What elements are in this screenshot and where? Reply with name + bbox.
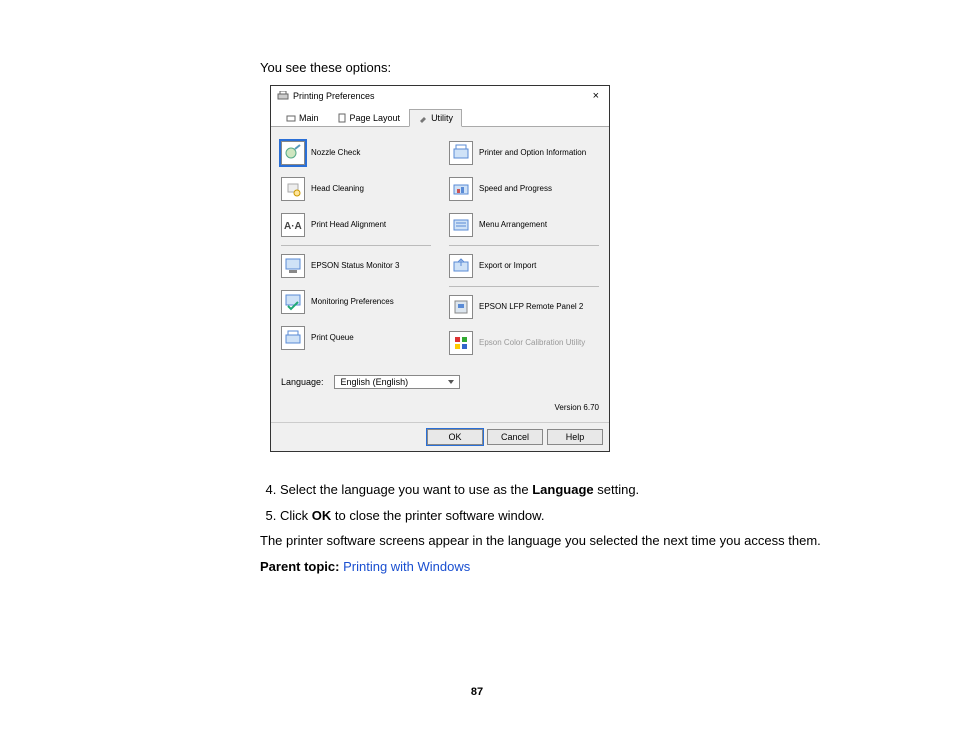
step-text: Select the language you want to use as t… (280, 482, 532, 497)
nozzle-check-icon (281, 141, 305, 165)
tab-page-layout[interactable]: Page Layout (328, 109, 410, 127)
dialog-button-row: OK Cancel Help (271, 422, 609, 451)
parent-topic-label: Parent topic: (260, 559, 339, 574)
dialog-titlebar: Printing Preferences × (271, 86, 609, 106)
color-calib-icon (449, 331, 473, 355)
wrench-icon (418, 113, 428, 123)
instruction-steps: Select the language you want to use as t… (260, 480, 834, 525)
utility-label: Monitoring Preferences (311, 298, 394, 307)
utility-label: Print Head Alignment (311, 221, 386, 230)
utility-label: Nozzle Check (311, 149, 360, 158)
utility-lfp-remote[interactable]: EPSON LFP Remote Panel 2 (449, 289, 599, 325)
step-text: setting. (594, 482, 640, 497)
print-head-align-icon: A·A (281, 213, 305, 237)
lfp-remote-icon (449, 295, 473, 319)
utility-print-queue[interactable]: Print Queue (281, 320, 431, 356)
step-text: Click (280, 508, 312, 523)
utility-head-cleaning[interactable]: Head Cleaning (281, 171, 431, 207)
divider (449, 245, 599, 246)
utility-label: EPSON LFP Remote Panel 2 (479, 303, 583, 312)
language-select[interactable]: English (English) (334, 375, 460, 389)
printer-info-icon (449, 141, 473, 165)
utility-label: Speed and Progress (479, 185, 552, 194)
closing-text: The printer software screens appear in t… (260, 531, 834, 551)
utility-label: Printer and Option Information (479, 149, 586, 158)
utility-status-monitor[interactable]: EPSON Status Monitor 3 (281, 248, 431, 284)
tab-label: Utility (431, 113, 453, 123)
utility-label: EPSON Status Monitor 3 (311, 262, 399, 271)
parent-topic-link[interactable]: Printing with Windows (343, 559, 470, 574)
step-strong: Language (532, 482, 593, 497)
utility-speed-progress[interactable]: Speed and Progress (449, 171, 599, 207)
printing-preferences-dialog: Printing Preferences × Main Page Layout … (270, 85, 610, 452)
ok-button[interactable]: OK (427, 429, 483, 445)
monitor-prefs-icon (281, 290, 305, 314)
utility-export-import[interactable]: Export or Import (449, 248, 599, 284)
print-queue-icon (281, 326, 305, 350)
dialog-body: Nozzle Check Head Cleaning A·A Print Head A… (271, 126, 609, 422)
utility-print-head-align[interactable]: A·A Print Head Alignment (281, 207, 431, 243)
step-5: Click OK to close the printer software w… (280, 506, 834, 526)
intro-text: You see these options: (260, 60, 834, 75)
svg-text:A·A: A·A (284, 221, 302, 232)
step-strong: OK (312, 508, 332, 523)
utility-label: Epson Color Calibration Utility (479, 339, 585, 348)
printer-small-icon (286, 113, 296, 123)
tab-main[interactable]: Main (277, 109, 328, 127)
step-4: Select the language you want to use as t… (280, 480, 834, 500)
menu-arrangement-icon (449, 213, 473, 237)
version-text: Version 6.70 (281, 403, 599, 412)
status-monitor-icon (281, 254, 305, 278)
dialog-title: Printing Preferences (293, 91, 589, 101)
utility-printer-info[interactable]: Printer and Option Information (449, 135, 599, 171)
tab-strip: Main Page Layout Utility (271, 106, 609, 126)
head-cleaning-icon (281, 177, 305, 201)
export-import-icon (449, 254, 473, 278)
tab-label: Main (299, 113, 319, 123)
speed-progress-icon (449, 177, 473, 201)
close-button[interactable]: × (589, 90, 603, 102)
utility-label: Menu Arrangement (479, 221, 547, 230)
help-button[interactable]: Help (547, 429, 603, 445)
cancel-button[interactable]: Cancel (487, 429, 543, 445)
utility-monitor-prefs[interactable]: Monitoring Preferences (281, 284, 431, 320)
tab-label: Page Layout (350, 113, 401, 123)
utility-label: Print Queue (311, 334, 354, 343)
tab-utility[interactable]: Utility (409, 109, 462, 127)
utility-nozzle-check[interactable]: Nozzle Check (281, 135, 431, 171)
page-number: 87 (0, 686, 954, 698)
step-text: to close the printer software window. (331, 508, 544, 523)
divider (449, 286, 599, 287)
utility-label: Export or Import (479, 262, 536, 271)
utility-menu-arrangement[interactable]: Menu Arrangement (449, 207, 599, 243)
page-icon (337, 113, 347, 123)
parent-topic: Parent topic: Printing with Windows (260, 557, 834, 577)
language-label: Language: (281, 377, 324, 387)
utility-label: Head Cleaning (311, 185, 364, 194)
utility-color-calib: Epson Color Calibration Utility (449, 325, 599, 361)
printer-icon (277, 91, 289, 101)
divider (281, 245, 431, 246)
